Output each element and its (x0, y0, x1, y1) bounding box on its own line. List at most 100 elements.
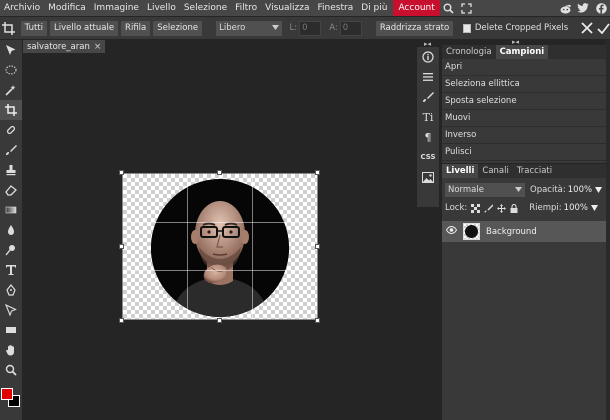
lock-pixels-icon[interactable] (483, 203, 493, 213)
crop-handle-bottom-left[interactable] (119, 318, 124, 323)
crop-handle-bottom[interactable] (217, 318, 222, 323)
type-tool-icon[interactable] (0, 260, 22, 280)
blur-tool-icon[interactable] (0, 220, 22, 240)
info-icon[interactable] (417, 47, 439, 67)
crop-grid-overlay (123, 174, 317, 319)
image-icon[interactable] (417, 167, 439, 187)
ratio-select[interactable]: Libero (216, 20, 282, 36)
dodge-tool-icon[interactable] (0, 240, 22, 260)
height-field[interactable]: 0 (339, 20, 362, 36)
paragraph-icon[interactable]: ¶ (417, 127, 439, 147)
crop-handle-right[interactable] (315, 244, 320, 249)
confirm-crop-icon[interactable] (597, 20, 610, 36)
crop-tool-icon (0, 17, 18, 39)
layers-panel-tabs: Livelli Canali Tracciati (442, 164, 606, 178)
height-label: A: (329, 23, 338, 33)
width-field[interactable]: 0 (299, 20, 322, 36)
css-icon[interactable]: CSS (417, 147, 439, 167)
fullscreen-icon[interactable] (458, 0, 476, 16)
pen-tool-icon[interactable] (0, 280, 22, 300)
delete-cropped-label: Delete Cropped Pixels (474, 23, 569, 33)
history-item-seleziona-ellittica[interactable]: Seleziona ellittica (442, 76, 606, 93)
stamp-tool-icon[interactable] (0, 160, 22, 180)
tab-cronologia[interactable]: Cronologia (442, 45, 496, 59)
marquee-tool-icon[interactable] (0, 60, 22, 80)
menu-selezione[interactable]: Selezione (180, 0, 231, 16)
crop-all-button[interactable]: Tutti (20, 20, 47, 36)
history-icon[interactable] (417, 67, 439, 87)
close-tab-icon[interactable]: × (94, 42, 102, 52)
crop-selection-button[interactable]: Selezione (153, 20, 203, 36)
history-panel: Cronologia Campioni Apri Seleziona ellit… (442, 45, 606, 163)
color-swatches[interactable] (1, 388, 21, 408)
healing-tool-icon[interactable] (0, 120, 22, 140)
hand-tool-icon[interactable] (0, 340, 22, 360)
menu-modifica[interactable]: Modifica (44, 0, 90, 16)
tab-livelli[interactable]: Livelli (442, 164, 479, 178)
history-item-apri[interactable]: Apri (442, 59, 606, 76)
history-item-sposta-selezione[interactable]: Sposta selezione (442, 93, 606, 110)
image-canvas[interactable] (122, 173, 318, 320)
crop-handle-top-right[interactable] (315, 170, 320, 175)
magic-wand-tool-icon[interactable] (0, 80, 22, 100)
menu-immagine[interactable]: Immagine (90, 0, 143, 16)
account-button[interactable]: Account (393, 0, 440, 16)
menu-filtro[interactable]: Filtro (231, 0, 261, 16)
shape-tool-icon[interactable] (0, 320, 22, 340)
search-icon[interactable] (440, 0, 458, 16)
menu-livello[interactable]: Livello (143, 0, 180, 16)
history-item-pulisci[interactable]: Pulisci (442, 144, 606, 161)
lock-label: Lock: (445, 203, 468, 213)
tab-campioni[interactable]: Campioni (495, 45, 549, 59)
lock-position-icon[interactable] (496, 203, 506, 213)
eraser-tool-icon[interactable] (0, 180, 22, 200)
opacity-label: Opacità: (530, 185, 566, 195)
document-tab-title: salvatore_aran (27, 41, 90, 52)
twitter-icon[interactable] (574, 0, 592, 16)
path-select-tool-icon[interactable] (0, 300, 22, 320)
fill-dropdown-icon[interactable] (590, 204, 598, 213)
ratio-select-value: Libero (219, 23, 246, 33)
blend-mode-select[interactable]: Normale (445, 183, 525, 197)
straighten-button[interactable]: Raddrizza strato (375, 20, 454, 36)
tab-tracciati[interactable]: Tracciati (513, 164, 556, 178)
gradient-tool-icon[interactable] (0, 200, 22, 220)
layers-panel: Livelli Canali Tracciati Normale Opacità… (442, 164, 606, 420)
document-tab[interactable]: salvatore_aran × (23, 40, 105, 53)
reddit-icon[interactable] (556, 0, 574, 16)
menu-archivio[interactable]: Archivio (0, 0, 44, 16)
trim-button[interactable]: Rifila (121, 20, 151, 36)
tool-bar (0, 40, 22, 420)
crop-current-layer-button[interactable]: Livello attuale (50, 20, 119, 36)
delete-cropped-checkbox[interactable] (463, 23, 471, 33)
opacity-dropdown-icon[interactable] (595, 186, 603, 195)
menu-finestra[interactable]: Finestra (314, 0, 358, 16)
opacity-field[interactable]: 100% (568, 185, 592, 195)
history-item-inverso[interactable]: Inverso (442, 127, 606, 144)
fill-field[interactable]: 100% (564, 203, 588, 213)
layer-thumbnail (463, 223, 480, 240)
crop-tool-button-icon[interactable] (0, 100, 22, 120)
crop-handle-top-left[interactable] (119, 170, 124, 175)
brush-tool-icon[interactable] (0, 140, 22, 160)
menu-di-piu[interactable]: Di più (357, 0, 391, 16)
lock-transparency-icon[interactable] (470, 203, 480, 213)
menu-visualizza[interactable]: Visualizza (261, 0, 313, 16)
zoom-tool-icon[interactable] (0, 360, 22, 380)
layer-row-background[interactable]: Background (442, 221, 606, 242)
eye-icon[interactable] (445, 225, 460, 237)
tab-canali[interactable]: Canali (478, 164, 512, 178)
brush-settings-icon[interactable] (417, 87, 439, 107)
character-icon[interactable]: Ti (417, 107, 439, 127)
history-item-muovi[interactable]: Muovi (442, 110, 606, 127)
move-tool-icon[interactable] (0, 40, 22, 60)
crop-handle-top[interactable] (217, 170, 222, 175)
lock-all-icon[interactable] (509, 203, 519, 213)
right-scroll-strip (606, 40, 610, 420)
facebook-icon[interactable] (592, 0, 610, 16)
canvas-workspace[interactable] (23, 53, 413, 420)
crop-handle-left[interactable] (119, 244, 124, 249)
cancel-crop-icon[interactable] (580, 20, 593, 36)
crop-handle-bottom-right[interactable] (315, 318, 320, 323)
foreground-color-swatch-front[interactable] (1, 388, 13, 400)
